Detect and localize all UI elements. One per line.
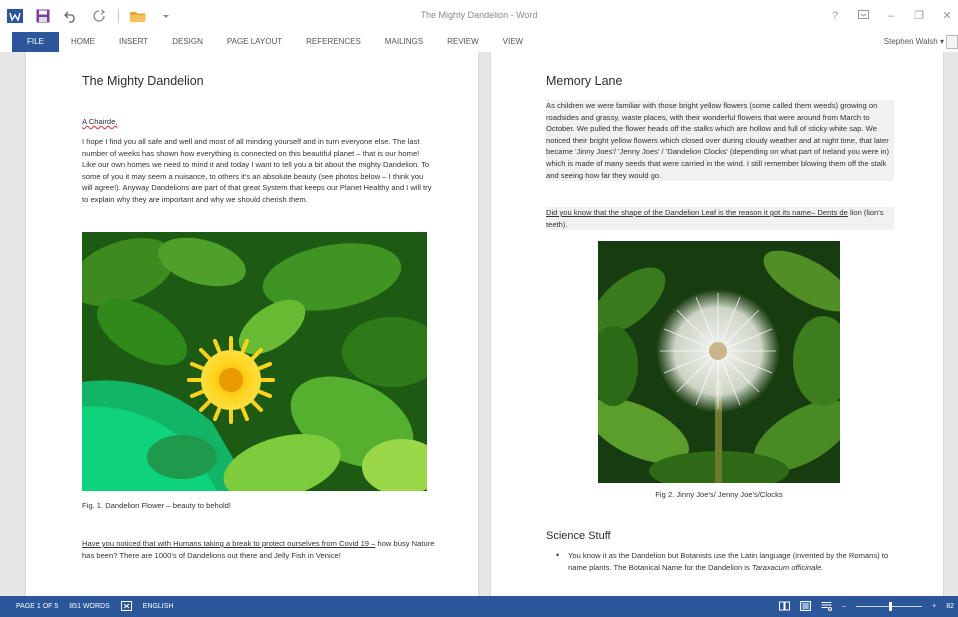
status-left: PAGE 1 OF 5 851 WORDS ENGLISH [16,596,173,617]
zoom-out-button[interactable]: – [842,603,846,610]
list-item: • You know it as the Dandelion but Botan… [556,550,894,573]
science-heading: Science Stuff [546,530,611,542]
zoom-in-button[interactable]: + [932,603,936,610]
status-right: – + 82 [779,596,954,617]
covid-paragraph: Have you noticed that with Humans taking… [82,538,438,561]
read-mode-icon[interactable] [779,601,791,613]
proofing-icon[interactable] [120,600,132,613]
help-button[interactable]: ? [828,6,842,26]
zoom-level[interactable]: 82 [946,603,954,610]
leaf-name-paragraph: Did you know that the shape of the Dande… [546,207,894,231]
print-layout-icon[interactable] [800,600,812,613]
intro-paragraph: I hope I find you all safe and well and … [82,137,432,204]
page-2[interactable]: Memory Lane As children we were familiar… [490,52,944,596]
figure-1-caption: Fig. 1. Dandelion Flower – beauty to beh… [82,501,232,510]
tab-insert[interactable]: INSERT [107,32,160,52]
bullet-icon: • [556,550,560,560]
document-heading: The Mighty Dandelion [82,74,204,88]
leaf-underlined-text: Did you know that the shape of the Dande… [546,208,848,217]
tab-review[interactable]: REVIEW [435,32,491,52]
tab-file[interactable]: FILE [12,32,59,52]
ribbon-tabs: HOME INSERT DESIGN PAGE LAYOUT REFERENCE… [59,32,535,52]
bullet-text: You know it as the Dandelion but Botanis… [568,550,894,573]
science-bullet-list: • You know it as the Dandelion but Botan… [556,550,894,573]
zoom-slider[interactable] [856,602,923,611]
bullet-main-text: You know it as the Dandelion but Botanis… [568,551,889,572]
status-bar: PAGE 1 OF 5 851 WORDS ENGLISH – + 82 [0,596,958,617]
tab-design[interactable]: DESIGN [160,32,215,52]
avatar[interactable] [946,35,958,49]
covid-underlined-text: Have you noticed that with Humans taking… [82,539,376,548]
tab-references[interactable]: REFERENCES [294,32,373,52]
figure-2-caption: Fig 2. Jinny Joe's/ Jenny Joe's/Clocks [655,490,783,499]
memory-lane-heading: Memory Lane [546,74,623,88]
restore-button[interactable]: ❐ [912,6,926,26]
page-indicator[interactable]: PAGE 1 OF 5 [16,603,58,610]
tab-page-layout[interactable]: PAGE LAYOUT [215,32,294,52]
user-account-button[interactable]: Stephen Walsh ▾ [884,32,944,52]
language-indicator[interactable]: ENGLISH [143,603,174,610]
greeting-line: A Chairde, [82,116,432,128]
memory-paragraph: As children we were familiar with those … [546,100,894,182]
word-count[interactable]: 851 WORDS [69,603,109,610]
tab-view[interactable]: VIEW [491,32,535,52]
close-button[interactable]: ✕ [940,6,954,26]
tab-home[interactable]: HOME [59,32,107,52]
document-title: The Mighty Dandelion - Word [420,10,538,20]
page-1[interactable]: The Mighty Dandelion A Chairde, I hope I… [25,52,479,596]
ribbon-tab-bar: FILE HOME INSERT DESIGN PAGE LAYOUT REFE… [0,32,958,52]
document-area: The Mighty Dandelion A Chairde, I hope I… [0,52,958,596]
title-bar: The Mighty Dandelion - Word ? – ❐ ✕ [0,0,958,32]
botanical-name: Taraxacum officinale. [751,562,824,572]
ribbon-display-options-button[interactable] [856,6,870,26]
web-layout-icon[interactable] [821,601,833,613]
window-controls: ? – ❐ ✕ [828,6,954,26]
user-name: Stephen Walsh [883,37,938,46]
dandelion-flower-photo[interactable] [82,232,427,491]
zoom-slider-thumb[interactable] [888,602,892,611]
dandelion-clock-photo[interactable] [598,241,840,483]
tab-mailings[interactable]: MAILINGS [373,32,435,52]
greeting-text: A Chairde, [82,117,118,126]
minimize-button[interactable]: – [884,6,898,26]
